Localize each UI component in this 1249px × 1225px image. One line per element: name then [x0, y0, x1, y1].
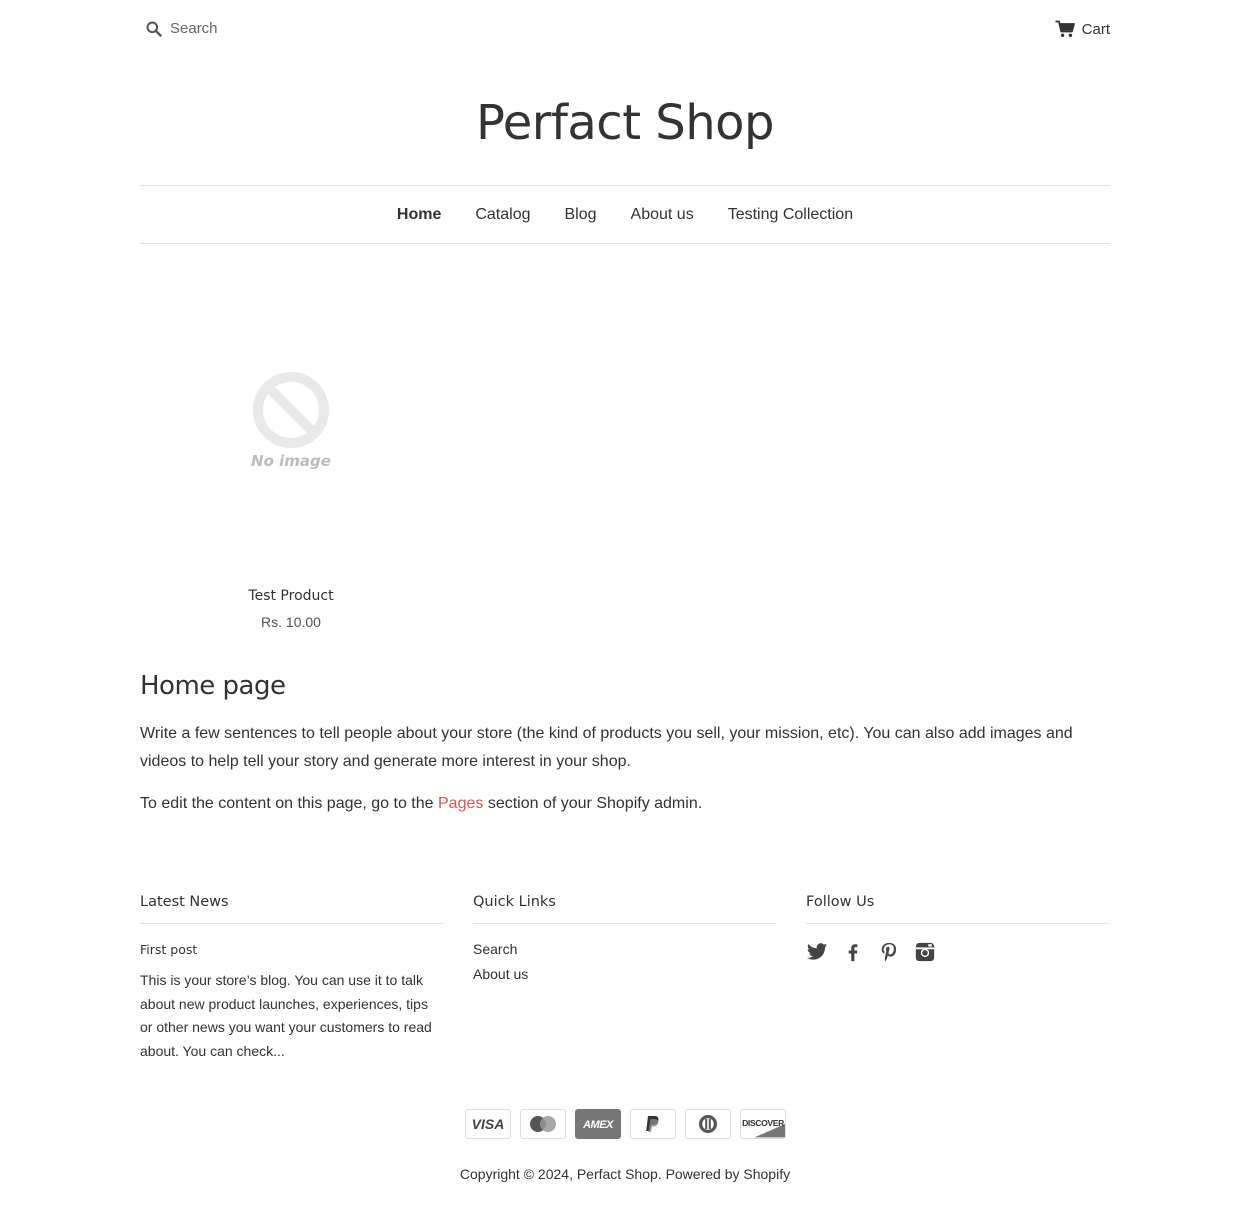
- instagram-icon[interactable]: [914, 941, 938, 965]
- news-post-title[interactable]: First post: [140, 942, 443, 957]
- quick-links-list: Search About us: [473, 941, 776, 984]
- nav-item-blog[interactable]: Blog: [565, 206, 597, 224]
- no-image-text: No image: [251, 452, 331, 470]
- discover-text: DISCOVER: [742, 1118, 785, 1128]
- nav-item-catalog[interactable]: Catalog: [475, 206, 530, 224]
- cart-link[interactable]: Cart: [1055, 20, 1110, 38]
- list-item: Search: [473, 941, 776, 959]
- product-card[interactable]: No image Test Product Rs. 10.00: [140, 290, 442, 630]
- footer-heading: Follow Us: [806, 894, 1109, 924]
- amex-text: AMEX: [582, 1119, 614, 1131]
- page-content: Write a few sentences to tell people abo…: [140, 720, 1100, 832]
- nav-item-home[interactable]: Home: [397, 206, 441, 224]
- page-title: Home page: [140, 671, 286, 701]
- content-paragraph: To edit the content on this page, go to …: [140, 790, 1100, 818]
- copyright-text: Copyright © 2024,: [459, 1166, 577, 1182]
- pinterest-icon[interactable]: [878, 941, 902, 965]
- nav-item-testing-collection[interactable]: Testing Collection: [728, 206, 853, 224]
- footer-quick-links: Quick Links Search About us: [473, 894, 776, 991]
- content-paragraph: Write a few sentences to tell people abo…: [140, 725, 1073, 770]
- top-bar: Cart: [140, 18, 1110, 44]
- copyright: Copyright © 2024, Perfact Shop. Powered …: [140, 1166, 1110, 1182]
- powered-by-shopify-link[interactable]: Powered by Shopify: [666, 1166, 791, 1182]
- search-form[interactable]: [146, 20, 320, 37]
- paragraph-text: section of your Shopify admin.: [483, 795, 703, 812]
- paragraph-text: To edit the content on this page, go to …: [140, 795, 438, 812]
- paypal-icon: [629, 1109, 676, 1139]
- diners-club-icon: [684, 1109, 731, 1139]
- cart-label: Cart: [1081, 20, 1110, 38]
- product-title[interactable]: Test Product: [140, 588, 442, 604]
- visa-text: VISA: [471, 1116, 504, 1132]
- facebook-icon[interactable]: [842, 941, 866, 965]
- pages-link[interactable]: Pages: [438, 795, 483, 812]
- no-image-icon: No image: [251, 372, 331, 470]
- cart-icon: [1055, 20, 1082, 38]
- footer-latest-news: Latest News First post This is your stor…: [140, 894, 443, 1063]
- discover-icon: DISCOVER: [739, 1109, 786, 1139]
- footer-heading: Quick Links: [473, 894, 776, 924]
- amex-icon: AMEX: [574, 1109, 621, 1139]
- shop-logo[interactable]: Perfact Shop: [140, 92, 1110, 154]
- copyright-separator: .: [657, 1166, 666, 1182]
- twitter-icon[interactable]: [806, 941, 830, 965]
- news-post-excerpt: This is your store’s blog. You can use i…: [140, 972, 432, 1059]
- list-item: About us: [473, 966, 776, 984]
- product-price: Rs. 10.00: [261, 614, 321, 630]
- product-image[interactable]: No image: [140, 290, 442, 550]
- nav-item-about-us[interactable]: About us: [631, 206, 694, 224]
- visa-icon: VISA: [464, 1109, 511, 1139]
- social-links: [806, 941, 1109, 965]
- copyright-shop-link[interactable]: Perfact Shop: [577, 1166, 658, 1182]
- footer-heading: Latest News: [140, 894, 443, 924]
- payment-icons: VISA AMEX DISCOVER: [140, 1109, 1110, 1139]
- mastercard-icon: [519, 1109, 566, 1139]
- search-icon[interactable]: [146, 21, 162, 37]
- main-nav: Home Catalog Blog About us Testing Colle…: [140, 185, 1110, 244]
- quick-link-search[interactable]: Search: [473, 941, 517, 957]
- quick-link-about-us[interactable]: About us: [473, 966, 528, 982]
- search-input[interactable]: [170, 20, 320, 37]
- footer-follow-us: Follow Us: [806, 894, 1109, 965]
